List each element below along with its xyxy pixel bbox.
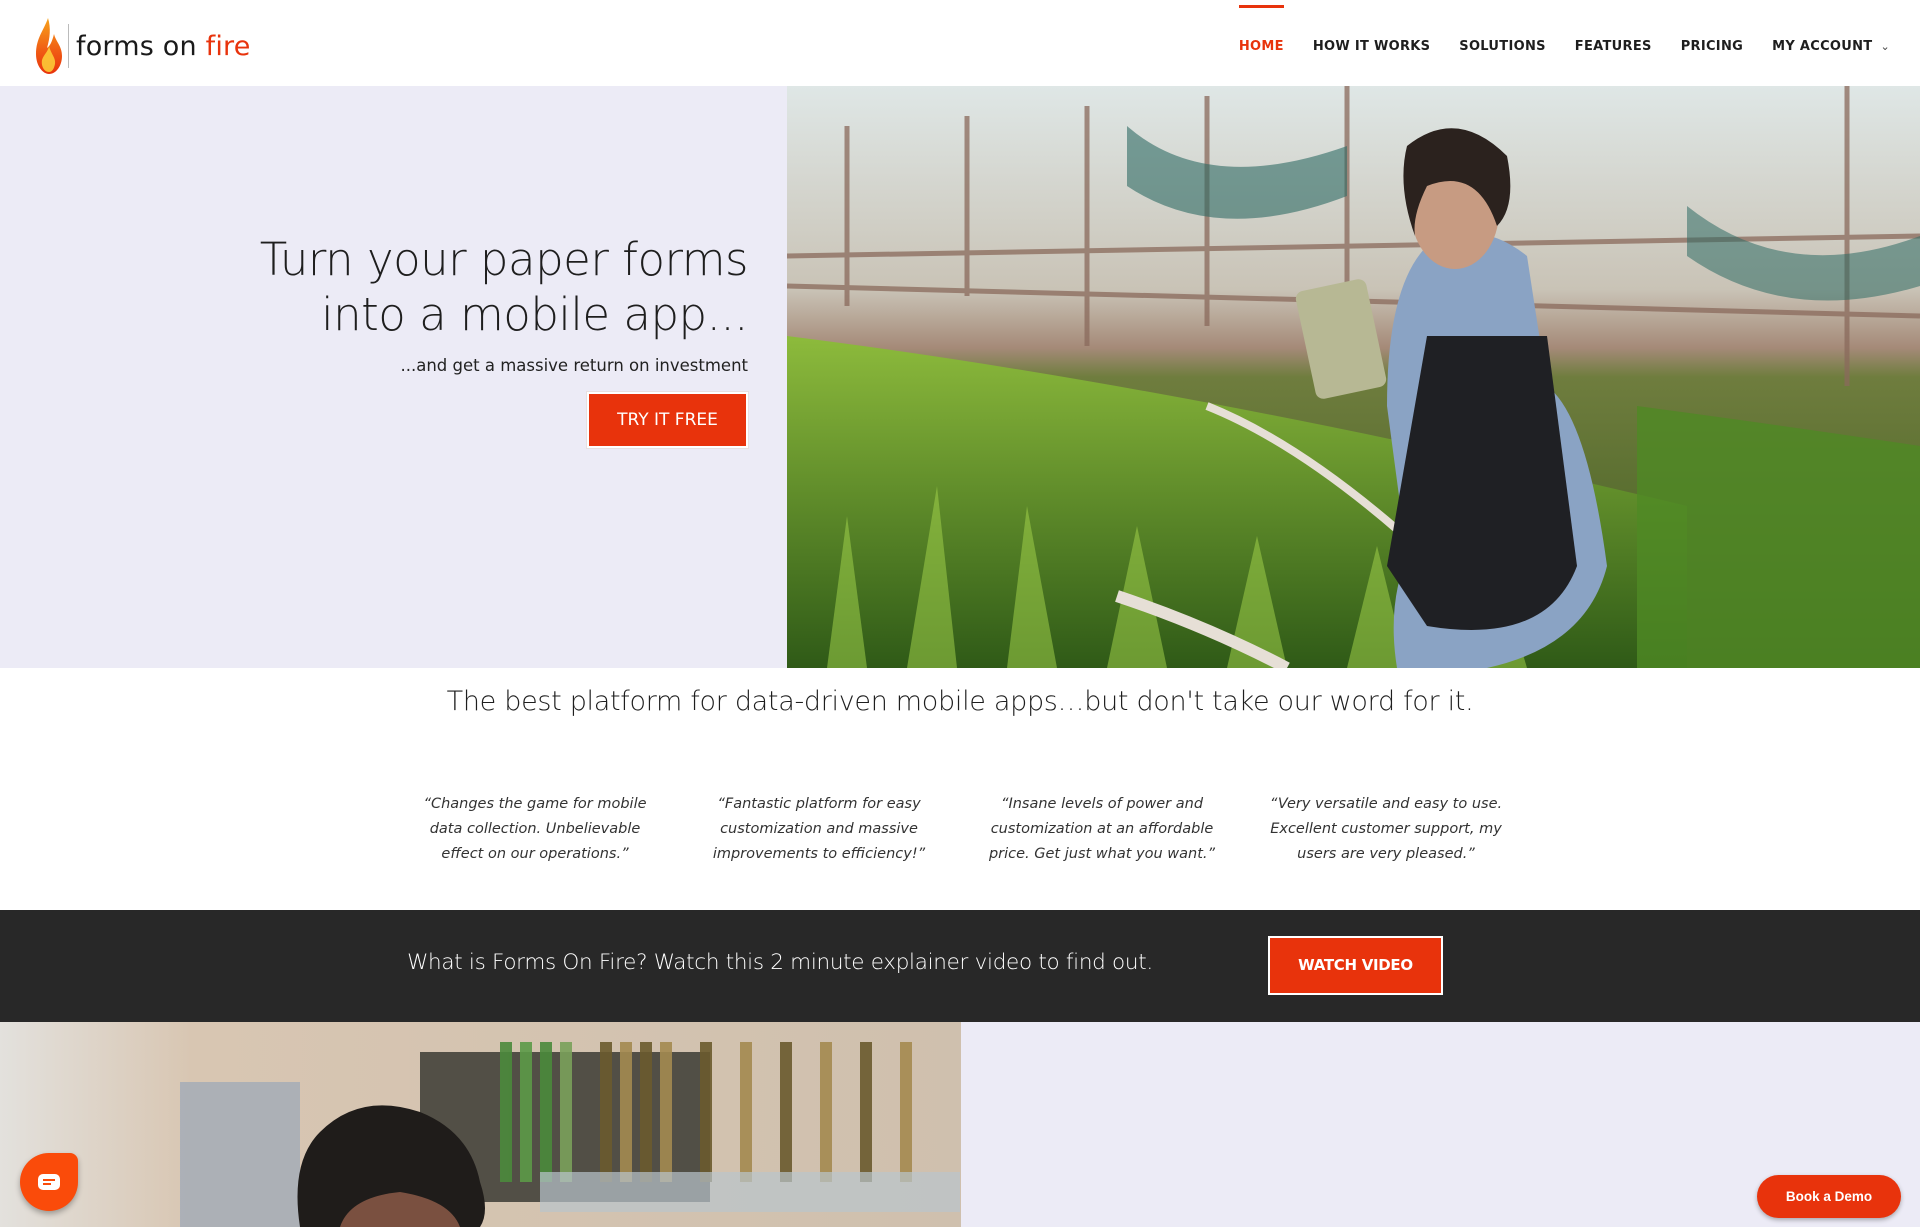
testimonial-quote: “Insane levels of power and customizatio…	[988, 796, 1216, 862]
chevron-down-icon: ⌄	[1880, 40, 1890, 53]
testimonial-quote: “Fantastic platform for easy customizati…	[712, 796, 926, 862]
nav-my-account[interactable]: MY ACCOUNT ⌄	[1772, 0, 1890, 86]
logo-divider	[68, 24, 69, 68]
hero-image	[787, 86, 1920, 668]
hero-subtitle: ...and get a massive return on investmen…	[400, 356, 748, 375]
hero-text: Turn your paper forms into a mobile app.…	[188, 232, 749, 448]
nav-pricing[interactable]: PRICING	[1681, 0, 1743, 86]
hero-section: Turn your paper forms into a mobile app.…	[0, 86, 1920, 668]
book-a-demo-button[interactable]: Book a Demo	[1757, 1175, 1901, 1218]
testimonial-quote: “Changes the game for mobile data collec…	[423, 796, 647, 862]
testimonials-section: The best platform for data-driven mobile…	[0, 668, 1920, 910]
main-nav: HOME HOW IT WORKS SOLUTIONS FEATURES PRI…	[1210, 0, 1920, 86]
nav-features[interactable]: FEATURES	[1575, 0, 1652, 86]
site-header: forms on fire HOME HOW IT WORKS SOLUTION…	[0, 0, 1920, 86]
video-band: What is Forms On Fire? Watch this 2 minu…	[0, 910, 1920, 1022]
nav-home[interactable]: HOME	[1238, 0, 1284, 86]
chat-widget-button[interactable]	[20, 1153, 78, 1211]
watch-video-button[interactable]: WATCH VIDEO	[1268, 936, 1443, 995]
logo-wordmark: forms on fire	[76, 30, 251, 62]
testimonials-heading: The best platform for data-driven mobile…	[446, 686, 1474, 717]
video-band-text: What is Forms On Fire? Watch this 2 minu…	[407, 950, 1153, 975]
chat-icon	[38, 1174, 60, 1190]
nav-how-it-works[interactable]: HOW IT WORKS	[1313, 0, 1430, 86]
logo[interactable]: forms on fire	[34, 16, 251, 76]
try-it-free-button[interactable]: TRY IT FREE	[587, 392, 748, 448]
bottom-section	[0, 1022, 1920, 1227]
bottom-image	[0, 1022, 961, 1227]
testimonial-quote: “Very versatile and easy to use. Excelle…	[1269, 796, 1503, 862]
hero-title: Turn your paper forms into a mobile app.…	[259, 233, 749, 341]
flame-icon	[36, 18, 62, 74]
nav-solutions[interactable]: SOLUTIONS	[1459, 0, 1546, 86]
